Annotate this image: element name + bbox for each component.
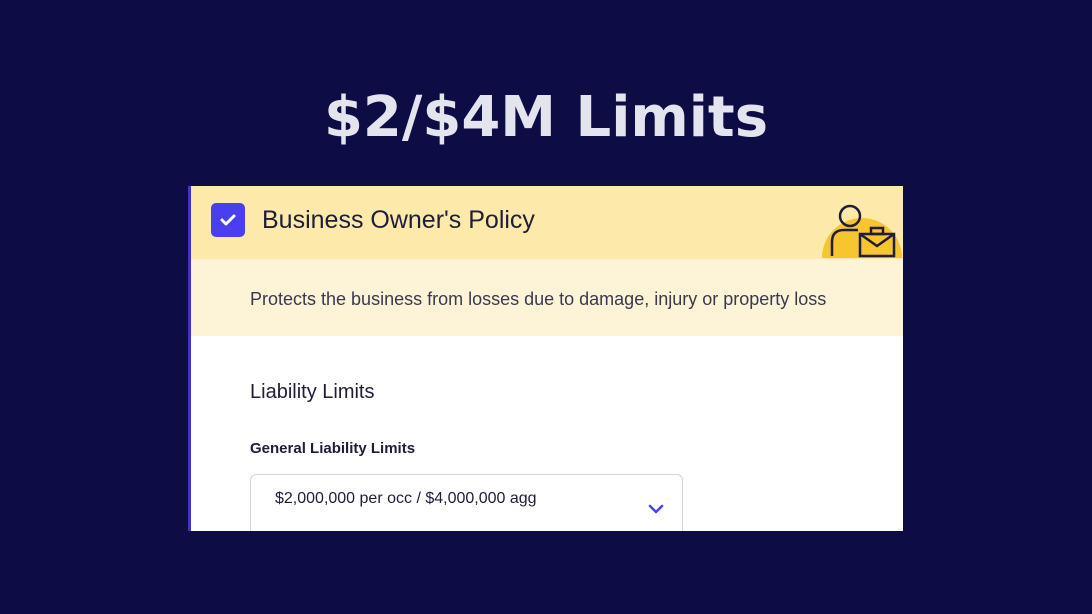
policy-card: Business Owner's Policy Protects the bus… [188,186,903,531]
liability-limits-select[interactable]: $2,000,000 per occ / $4,000,000 agg [250,474,683,531]
headline: $2/$4M Limits [323,85,769,150]
description-band: Protects the business from losses due to… [191,259,903,336]
chevron-down-icon[interactable] [647,503,665,515]
checkmark-icon [220,214,236,226]
card-title: Business Owner's Policy [262,206,535,234]
field-label: General Liability Limits [250,440,416,457]
card-header: Business Owner's Policy [191,186,903,259]
select-value: $2,000,000 per occ / $4,000,000 agg [275,490,537,507]
policy-description: Protects the business from losses due to… [250,289,827,309]
business-owner-icon [822,204,902,258]
section-title: Liability Limits [250,381,375,403]
policy-checkbox[interactable] [211,203,245,237]
